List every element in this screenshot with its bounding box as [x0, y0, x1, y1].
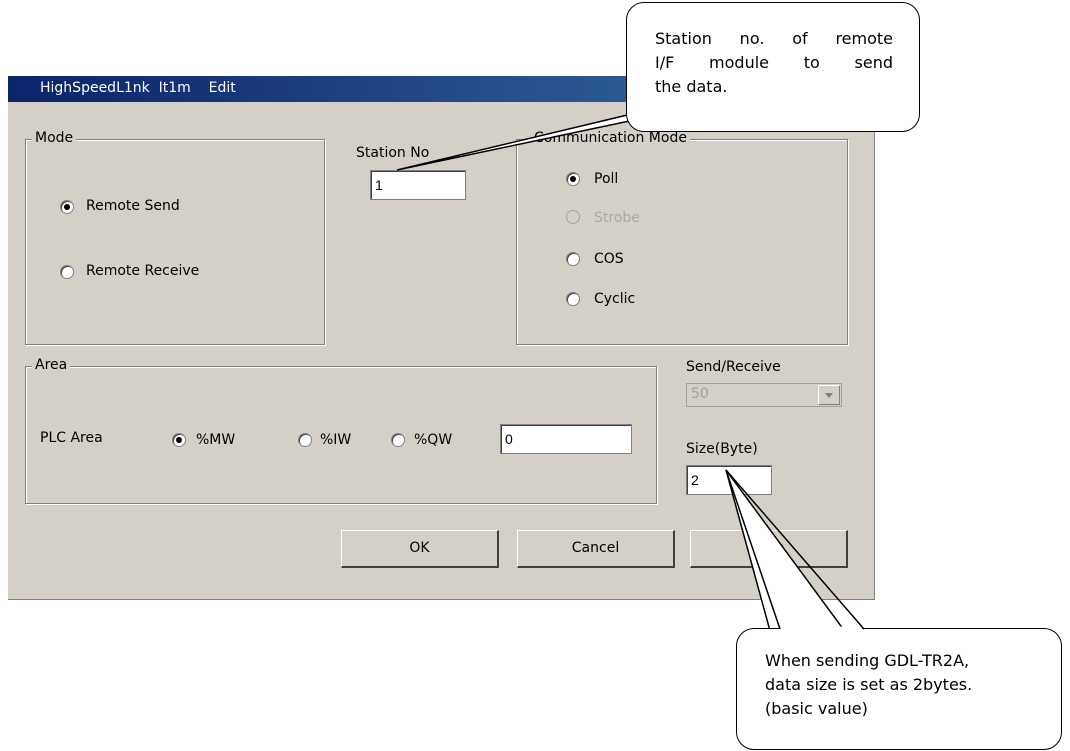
size-pointer-right-edge: [725, 469, 865, 630]
size-pointer-seam-layer: [725, 469, 865, 630]
size-pointer-left-edge: [725, 469, 781, 630]
